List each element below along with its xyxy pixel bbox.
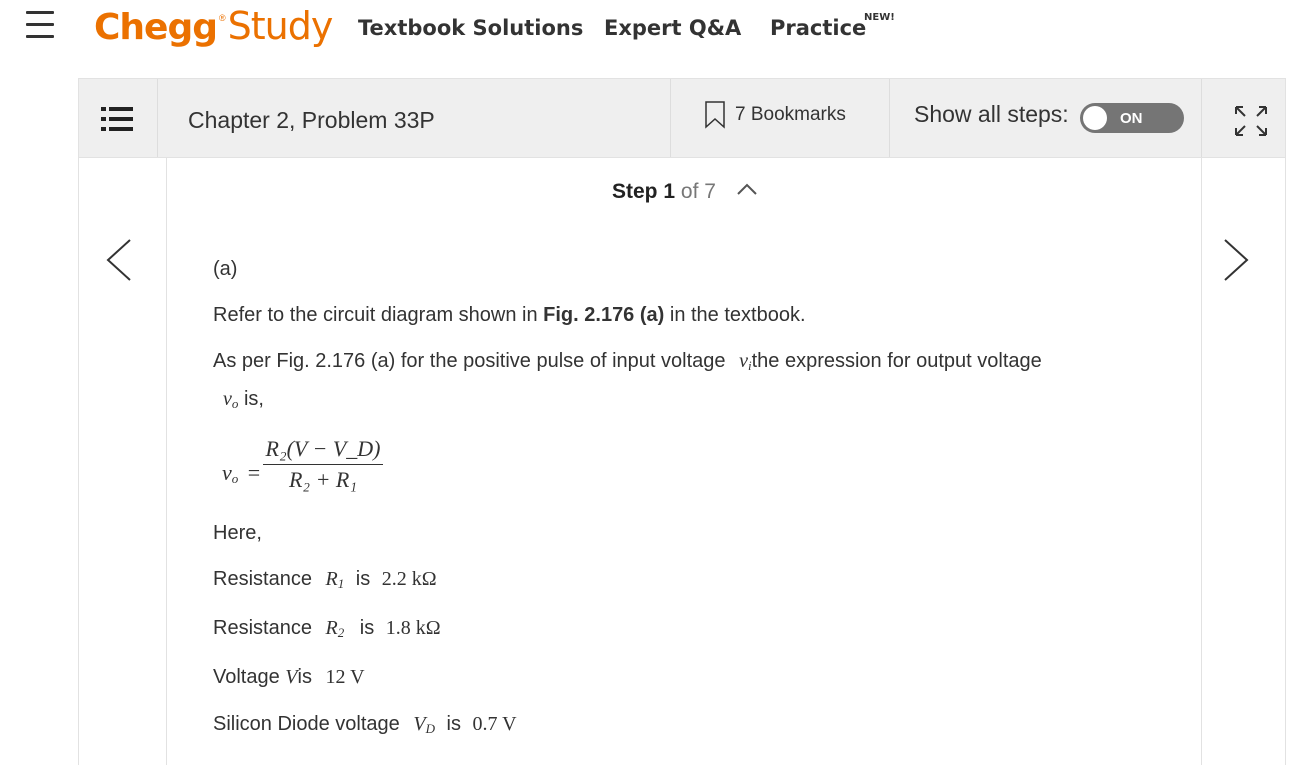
chapter-title: Chapter 2, Problem 33P — [188, 107, 435, 133]
previous-step-arrow-icon[interactable] — [104, 238, 134, 282]
r2-line: Resistance R2 is 1.8 kΩ — [213, 617, 441, 640]
equation-lhs: vo = — [222, 460, 261, 486]
list-icon[interactable] — [101, 107, 133, 131]
show-all-steps-label: Show all steps: — [914, 101, 1069, 127]
new-badge: NEW! — [864, 12, 895, 23]
expression-line: As per Fig. 2.176 (a) for the positive p… — [213, 350, 1042, 373]
collapse-step-chevron-icon[interactable] — [736, 182, 758, 196]
step-indicator: Step 1 of 7 — [612, 180, 716, 203]
equation-numerator: R₂(V − V_D) — [265, 436, 381, 461]
nav-expert-qa[interactable]: Expert Q&A — [604, 16, 741, 40]
next-step-arrow-icon[interactable] — [1221, 238, 1251, 282]
r1-line: Resistance R1 is 2.2 kΩ — [213, 568, 437, 591]
here-label: Here, — [213, 522, 262, 544]
diode-voltage-line: Silicon Diode voltage VD is 0.7 V — [213, 713, 517, 736]
intro-line: Refer to the circuit diagram shown in Fi… — [213, 304, 806, 326]
nav-textbook-solutions[interactable]: Textbook Solutions — [358, 16, 583, 40]
bookmark-count: 7 Bookmarks — [735, 104, 846, 125]
hamburger-menu-icon[interactable] — [26, 10, 54, 38]
show-all-steps-toggle[interactable]: ON — [1080, 103, 1184, 133]
part-label: (a) — [213, 258, 238, 280]
top-navigation: Chegg ® Study Textbook Solutions Expert … — [0, 0, 1300, 62]
chegg-study-logo[interactable]: Chegg ® Study — [94, 4, 333, 48]
bookmark-button[interactable]: 7 Bookmarks — [705, 101, 846, 129]
output-voltage-equation: R₂(V − V_D) R₂ + R₁ — [263, 436, 383, 493]
toggle-state: ON — [1120, 110, 1143, 127]
bookmark-icon — [705, 101, 725, 129]
equation-denominator: R₂ + R₁ — [288, 467, 358, 492]
nav-practice[interactable]: Practice — [770, 16, 866, 40]
voltage-line: Voltage Vis 12 V — [213, 666, 365, 688]
expand-icon[interactable] — [1234, 105, 1268, 137]
vo-line: vo is, — [223, 388, 264, 411]
problem-header-bar: Chapter 2, Problem 33P 7 Bookmarks Show … — [78, 78, 1286, 158]
toggle-knob — [1083, 106, 1107, 130]
